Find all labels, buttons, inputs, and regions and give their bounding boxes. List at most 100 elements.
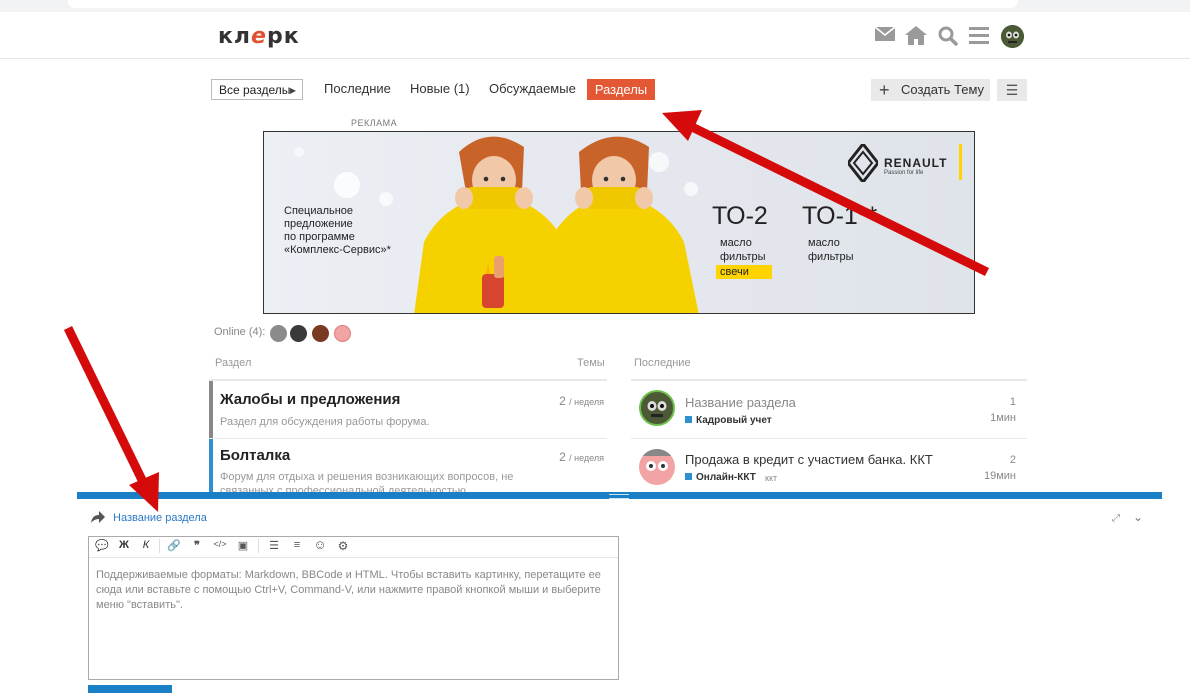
composer-placeholder: Поддерживаемые форматы: Markdown, BBCode… (96, 569, 601, 611)
link-icon[interactable]: 🔗 (165, 539, 183, 552)
address-bar[interactable] (68, 0, 1018, 8)
ad-to2: ТО-2 (712, 202, 768, 230)
ad-label: РЕКЛАМА (351, 118, 398, 128)
category-row[interactable]: Болталка Форум для отдыха и решения возн… (209, 439, 607, 495)
topic-avatar[interactable] (639, 449, 675, 485)
category-color-square (685, 473, 692, 480)
quote-icon[interactable]: 💬 (93, 539, 111, 552)
topic-replies: 1 (1009, 396, 1016, 408)
renault-logo-icon (848, 144, 878, 182)
gear-icon[interactable]: ⚙ (334, 539, 352, 553)
numbered-list-icon[interactable]: ≡ (288, 539, 306, 551)
reply-arrow-icon (91, 511, 105, 526)
collapse-chevron-down-icon[interactable]: ⌄ (1133, 510, 1143, 524)
blockquote-icon[interactable]: ❞ (188, 539, 206, 552)
category-topic-count: 2 / неделя (559, 450, 604, 464)
bullet-list-icon[interactable]: ☰ (265, 539, 283, 552)
ad-brand: RENAULT (884, 156, 948, 170)
bokeh-light (379, 192, 393, 206)
caret-right-icon: ▶ (289, 86, 296, 95)
ad-children-illustration (414, 136, 699, 313)
ad-promo-line: «Комплекс-Сервис»* (284, 244, 391, 256)
topic-category-badge[interactable]: Онлайн-ККТ (685, 472, 756, 483)
ad-oil-1: масло (720, 237, 752, 249)
topic-age[interactable]: 1мин (990, 412, 1016, 424)
topic-count-period: / неделя (569, 397, 604, 407)
category-title[interactable]: Жалобы и предложения (220, 391, 400, 408)
mail-icon[interactable] (874, 26, 896, 48)
fullscreen-icon[interactable]: ⤢ (1112, 513, 1120, 524)
nav-categories-active[interactable]: Разделы (587, 79, 655, 100)
online-label: Online (4): (214, 326, 266, 338)
ad-plugs: свечи (716, 265, 772, 279)
topic-count-period: / неделя (569, 453, 604, 463)
all-sections-label: Все разделы (219, 83, 291, 97)
topic-tag[interactable]: ккт (765, 473, 777, 483)
emoji-icon[interactable]: ☺ (311, 537, 329, 552)
plus-icon: + (879, 80, 890, 100)
brand-divider (959, 144, 962, 180)
nav-discussed[interactable]: Обсуждаемые (489, 81, 576, 96)
col-header-latest: Последние (634, 357, 691, 369)
latest-topic-row[interactable]: Название раздела Кадровый учет 1 1мин (631, 381, 1027, 439)
code-icon[interactable]: </> (211, 539, 229, 549)
nav-latest[interactable]: Последние (324, 81, 391, 96)
bold-button[interactable]: Ж (115, 539, 133, 551)
all-sections-dropdown[interactable]: Все разделы ▶ (211, 79, 303, 100)
create-topic-button[interactable]: + Создать Тему (871, 79, 990, 101)
category-title[interactable]: Болталка (220, 447, 290, 464)
home-icon[interactable] (905, 26, 927, 48)
topic-age[interactable]: 19мин (984, 470, 1016, 482)
online-user-avatar[interactable] (312, 325, 329, 342)
image-upload-icon[interactable]: ▣ (234, 539, 252, 552)
bokeh-light (334, 172, 360, 198)
reply-to-topic-link[interactable]: Название раздела (113, 512, 207, 524)
composer-resize-grip[interactable] (609, 494, 629, 499)
topic-title[interactable]: Продажа в кредит с участием банка. ККТ (685, 452, 933, 467)
topic-category-name: Онлайн-ККТ (696, 472, 756, 483)
category-description: Раздел для обсуждения работы форума. (220, 416, 430, 428)
toolbar-separator (258, 539, 259, 553)
logo-text-left: кл (218, 24, 252, 49)
search-icon[interactable] (937, 26, 959, 48)
site-logo[interactable]: клерк (218, 24, 300, 49)
ad-promo-line: предложение (284, 218, 353, 230)
category-color-bar (209, 439, 213, 495)
ad-to1: ТО-1** (802, 202, 878, 230)
ad-promo-line: Специальное (284, 205, 354, 217)
categories-menu-button[interactable]: ☰ (997, 79, 1027, 101)
bars-icon: ☰ (1005, 82, 1019, 98)
category-topic-count: 2 / неделя (559, 394, 604, 408)
category-row[interactable]: Жалобы и предложения Раздел для обсужден… (209, 381, 607, 439)
col-header-section: Раздел (215, 357, 252, 369)
topic-category-name: Кадровый учет (696, 415, 772, 426)
topic-title[interactable]: Название раздела (685, 395, 796, 410)
italic-button[interactable]: К (137, 539, 155, 551)
logo-text-right: рк (266, 24, 300, 49)
online-user-avatar[interactable] (270, 325, 287, 342)
hamburger-menu-icon[interactable] (968, 26, 990, 48)
topic-category-badge[interactable]: Кадровый учет (685, 415, 772, 426)
ad-oil-2: масло (808, 237, 840, 249)
ad-slogan: Passion for life (884, 170, 924, 176)
topic-count-value: 2 (559, 450, 566, 464)
category-color-square (685, 416, 692, 423)
bokeh-light (294, 147, 304, 157)
topic-replies: 2 (1009, 454, 1016, 466)
online-user-avatar[interactable] (290, 325, 307, 342)
ad-promo-line: по программе (284, 231, 355, 243)
latest-topic-row[interactable]: Продажа в кредит с участием банка. ККТ О… (631, 439, 1027, 493)
category-color-bar (209, 381, 213, 438)
red-arrow-shaft (63, 326, 148, 484)
ad-promo-text: Специальное предложение по программе «Ко… (284, 205, 391, 257)
topic-count-value: 2 (559, 394, 566, 408)
reply-submit-button[interactable] (88, 685, 172, 693)
logo-text-accent: е (251, 24, 267, 49)
topic-avatar[interactable] (639, 390, 675, 426)
toolbar-separator (159, 539, 160, 553)
nav-new[interactable]: Новые (1) (410, 81, 470, 96)
col-header-topics: Темы (577, 357, 605, 369)
user-avatar[interactable] (1001, 25, 1024, 48)
online-user-avatar[interactable] (334, 325, 351, 342)
ad-filters-2: фильтры (808, 251, 854, 263)
